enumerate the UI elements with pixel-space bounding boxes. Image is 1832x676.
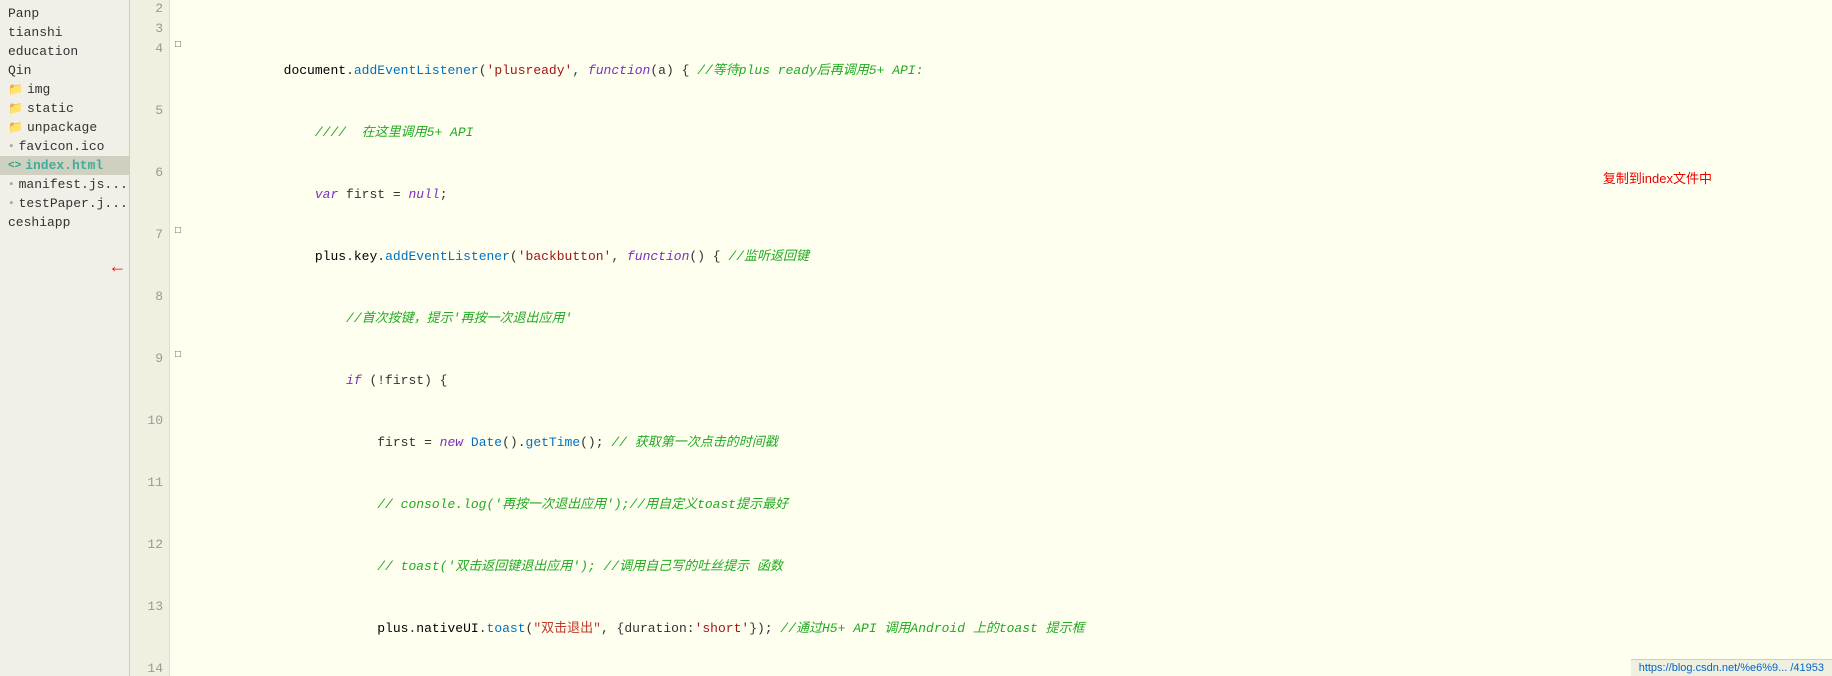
fold-indicator[interactable] [170, 102, 186, 164]
annotation-text: 复制到index文件中 [1603, 168, 1712, 187]
code-line-3: 3 [130, 20, 1832, 40]
file-icon: ▪ [8, 179, 15, 191]
code-content: plus.nativeUI.toast("双击退出", {duration:'s… [186, 598, 1832, 660]
line-number: 12 [130, 536, 170, 598]
sidebar-label: index.html [25, 158, 103, 173]
sidebar-label: static [27, 101, 74, 116]
code-line-10: 10 first = new Date().getTime(); // 获取第一… [130, 412, 1832, 474]
code-line-12: 12 // toast('双击返回键退出应用'); //调用自己写的吐丝提示 函… [130, 536, 1832, 598]
code-content: // toast('双击返回键退出应用'); //调用自己写的吐丝提示 函数 [186, 536, 1832, 598]
code-line-8: 8 //首次按键，提示'再按一次退出应用' [130, 288, 1832, 350]
sidebar-label: testPaper.j... [19, 196, 128, 211]
line-number: 6 [130, 164, 170, 226]
fold-indicator[interactable] [170, 536, 186, 598]
fold-indicator[interactable] [170, 412, 186, 474]
fold-indicator[interactable] [170, 0, 186, 20]
line-number: 4 [130, 40, 170, 102]
sidebar-label: img [27, 82, 50, 97]
code-line-9: 9 □ if (!first) { [130, 350, 1832, 412]
code-editor[interactable]: 复制到index文件中 2 3 4 □ document.addEventLis… [130, 0, 1832, 676]
sidebar-label: tianshi [8, 25, 63, 40]
fold-indicator[interactable] [170, 660, 186, 676]
line-number: 8 [130, 288, 170, 350]
sidebar-item-manifest[interactable]: ▪ manifest.js... [0, 175, 129, 194]
sidebar-item-panp[interactable]: Panp [0, 4, 129, 23]
fold-indicator[interactable]: □ [170, 350, 186, 412]
code-content: //// 在这里调用5+ API [186, 102, 1832, 164]
fold-indicator[interactable]: □ [170, 40, 186, 102]
line-number: 13 [130, 598, 170, 660]
sidebar-label: Panp [8, 6, 39, 21]
folder-icon: 📁 [8, 120, 23, 135]
line-number: 5 [130, 102, 170, 164]
sidebar-item-testpaper[interactable]: ▪ testPaper.j... [0, 194, 129, 213]
line-number: 9 [130, 350, 170, 412]
folder-icon: 📁 [8, 82, 23, 97]
sidebar-item-static[interactable]: 📁 static [0, 99, 129, 118]
sidebar-label: education [8, 44, 78, 59]
sidebar: Panp tianshi education Qin 📁 img 📁 stati… [0, 0, 130, 676]
line-number: 7 [130, 226, 170, 288]
code-content [186, 0, 1832, 20]
statusbar: https://blog.csdn.net/%e6%9... /41953 [1631, 659, 1832, 676]
sidebar-label: manifest.js... [19, 177, 128, 192]
line-number: 2 [130, 0, 170, 20]
code-content: plus.key.addEventListener('backbutton', … [186, 226, 1832, 288]
code-content: first = new Date().getTime(); // 获取第一次点击… [186, 412, 1832, 474]
fold-indicator[interactable]: □ [170, 226, 186, 288]
line-number: 14 [130, 660, 170, 676]
fold-indicator[interactable] [170, 20, 186, 40]
fold-indicator[interactable] [170, 164, 186, 226]
arrow-indicator: ← [112, 258, 123, 278]
sidebar-label: favicon.ico [19, 139, 105, 154]
code-line-5: 5 //// 在这里调用5+ API [130, 102, 1832, 164]
file-icon: ▪ [8, 198, 15, 210]
sidebar-item-ceshiapp[interactable]: ceshiapp [0, 213, 129, 232]
sidebar-item-education[interactable]: education [0, 42, 129, 61]
code-content: setTimeout(function() { [186, 660, 1832, 676]
sidebar-label: ceshiapp [8, 215, 70, 230]
sidebar-label: unpackage [27, 120, 97, 135]
code-line-4: 4 □ document.addEventListener('plusready… [130, 40, 1832, 102]
sidebar-item-favicon[interactable]: ▪ favicon.ico [0, 137, 129, 156]
code-content: // console.log('再按一次退出应用');//用自定义toast提示… [186, 474, 1832, 536]
code-line-14: 14 setTimeout(function() { [130, 660, 1832, 676]
file-icon: ▪ [8, 141, 15, 153]
code-line-2: 2 [130, 0, 1832, 20]
code-content: document.addEventListener('plusready', f… [186, 40, 1832, 102]
sidebar-item-tianshi[interactable]: tianshi [0, 23, 129, 42]
line-number: 3 [130, 20, 170, 40]
sidebar-item-index-html[interactable]: <> index.html [0, 156, 129, 175]
code-content: var first = null; [186, 164, 1832, 226]
folder-icon: 📁 [8, 101, 23, 116]
code-content: //首次按键，提示'再按一次退出应用' [186, 288, 1832, 350]
sidebar-item-img[interactable]: 📁 img [0, 80, 129, 99]
code-content [186, 20, 1832, 40]
fold-indicator[interactable] [170, 598, 186, 660]
html-icon: <> [8, 160, 21, 172]
sidebar-label: Qin [8, 63, 31, 78]
code-line-11: 11 // console.log('再按一次退出应用');//用自定义toas… [130, 474, 1832, 536]
fold-indicator[interactable] [170, 288, 186, 350]
line-number: 11 [130, 474, 170, 536]
code-line-7: 7 □ plus.key.addEventListener('backbutto… [130, 226, 1832, 288]
fold-indicator[interactable] [170, 474, 186, 536]
line-number: 10 [130, 412, 170, 474]
sidebar-item-qin[interactable]: Qin [0, 61, 129, 80]
code-line-6: 6 var first = null; [130, 164, 1832, 226]
code-line-13: 13 plus.nativeUI.toast("双击退出", {duration… [130, 598, 1832, 660]
sidebar-item-unpackage[interactable]: 📁 unpackage [0, 118, 129, 137]
code-content: if (!first) { [186, 350, 1832, 412]
